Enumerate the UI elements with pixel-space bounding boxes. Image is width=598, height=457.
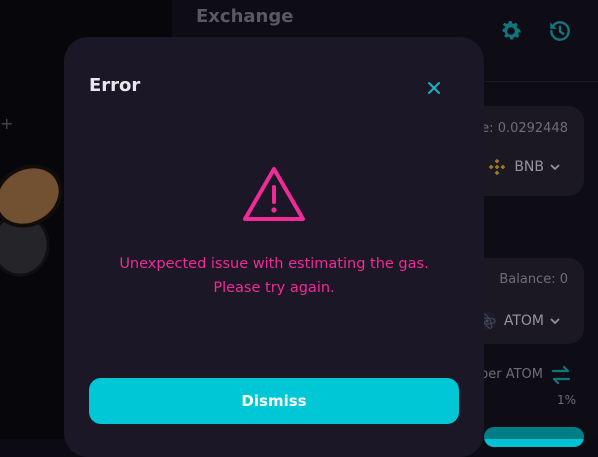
dismiss-button[interactable]: Dismiss [89,378,459,424]
error-message-line1: Unexpected issue with estimating the gas… [119,256,429,272]
warning-triangle-icon [243,167,305,221]
close-button[interactable] [423,77,445,99]
error-message: Unexpected issue with estimating the gas… [84,252,464,300]
error-message-line2: Please try again. [213,280,335,296]
modal-title: Error [89,75,141,96]
error-modal: Error Unexpected issue with estimating t… [64,37,484,457]
close-icon [428,82,440,94]
